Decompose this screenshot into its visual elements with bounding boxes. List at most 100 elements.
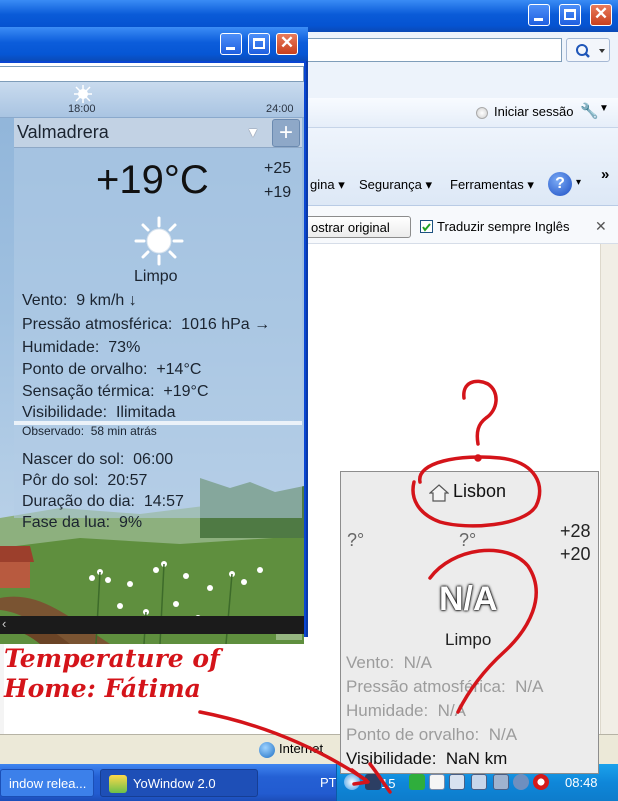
more-chevron-icon[interactable]: » (601, 166, 609, 183)
language-indicator[interactable]: PT (320, 775, 337, 790)
visibility-value: Ilimitada (115, 404, 176, 421)
taskbar-button-release[interactable]: indow relea... (0, 769, 94, 797)
restore-icon (564, 9, 576, 20)
lisbon-wind-value: N/A (403, 653, 433, 672)
page-menu-label: gina (310, 177, 335, 192)
yowindow-toolbar-field[interactable] (0, 66, 304, 82)
add-location-button[interactable]: + (272, 119, 300, 147)
current-temperature: +19°C (96, 158, 209, 202)
show-original-label: ostrar original (311, 220, 390, 235)
volume-tray-icon[interactable] (513, 774, 529, 790)
safety-menu[interactable]: Segurança ▾ (359, 177, 432, 193)
humidity-value: 73% (108, 339, 141, 356)
tools-menu-label: Ferramentas (450, 177, 524, 192)
pressure-value: 1016 hPa → (181, 316, 271, 333)
lisbon-left-reading: ?° (347, 530, 365, 550)
lisbon-humidity-label: Humidade: (346, 701, 429, 720)
browser-maximize-button[interactable] (559, 4, 581, 26)
sunset-value: 20:57 (107, 472, 148, 489)
wireless-tray-icon[interactable] (493, 774, 509, 790)
yowindow-bottom-strip: ‹ (0, 616, 304, 634)
taskbar-clock[interactable]: 08:48 (565, 775, 598, 790)
lisbon-visibility-value: NaN km (445, 749, 508, 768)
lisbon-humidity-value: N/A (437, 701, 467, 720)
mushroom-tray-icon[interactable] (533, 774, 549, 790)
lisbon-visibility-row: Visibilidade: NaN km (346, 749, 507, 769)
page-menu[interactable]: gina ▾ (310, 177, 345, 193)
pressure-row: Pressão atmosférica: 1016 hPa → (22, 316, 270, 334)
yowindow-title-bar[interactable]: ✕ (0, 27, 308, 61)
minimize-icon (534, 18, 543, 21)
yowindow-window: ✕ 18:00 24:00 Valmadrera ▼ + +19°C +25 +… (0, 27, 308, 644)
location-name: Valmadrera (17, 122, 109, 142)
taskbar-button-yowindow[interactable]: YoWindow 2.0 (100, 769, 258, 797)
help-dropdown-icon[interactable]: ▾ (576, 177, 581, 188)
lisbon-weather-widget[interactable]: Lisbon ?° ?° +28 +20 N/A Limpo Vento: N/… (340, 471, 599, 774)
connection-tray-icon[interactable] (471, 774, 487, 790)
lisbon-humidity-row: Humidade: N/A (346, 701, 466, 721)
farmhouse (0, 546, 34, 588)
sunrise-value: 06:00 (133, 451, 174, 468)
mail-tray-icon[interactable] (429, 774, 445, 790)
lisbon-wind-label: Vento: (346, 653, 395, 672)
browser-close-button[interactable]: ✕ (590, 4, 612, 26)
collapse-icon[interactable]: ‹ (2, 616, 6, 631)
dew-point-value: +14°C (156, 361, 202, 378)
translate-always-label: Traduzir sempre Inglês (437, 219, 570, 234)
lisbon-dew-point-row: Ponto de orvalho: N/A (346, 725, 517, 745)
weather-condition: Limpo (134, 268, 178, 285)
dew-point-label: Ponto de orvalho: (22, 361, 148, 378)
tools-menu[interactable]: Ferramentas ▾ (450, 177, 534, 193)
yowindow-maximize-button[interactable] (248, 33, 270, 55)
weather-panel: Valmadrera ▼ + +19°C +25 +19 Limpo Vento… (14, 118, 302, 531)
browser-scrollbar[interactable] (600, 244, 618, 734)
lisbon-temperature-low: +20 (560, 544, 591, 564)
lisbon-current-temperature: N/A (439, 580, 498, 618)
day-length-row: Duração do dia: 14:57 (22, 493, 184, 511)
chevron-down-icon[interactable]: ▼ (599, 103, 609, 114)
day-length-value: 14:57 (143, 493, 184, 510)
monitor-tray-icon[interactable] (449, 774, 465, 790)
lisbon-center-reading: ?° (459, 530, 477, 550)
checkmark-icon (422, 223, 431, 232)
humidity-label: Humidade: (22, 339, 100, 356)
moon-phase-value: 9% (118, 514, 143, 531)
browser-search-button[interactable] (566, 38, 610, 62)
minimize-icon (226, 47, 235, 50)
yowindow-app-icon (109, 775, 127, 793)
signin-link[interactable]: Iniciar sessão (494, 104, 573, 119)
temperature-low: +19 (264, 184, 292, 201)
tray-temperature-badge[interactable]: 15 (381, 776, 395, 791)
yowindow-tray-icon[interactable] (365, 774, 381, 790)
help-icon[interactable]: ? (548, 172, 572, 196)
show-original-button[interactable]: ostrar original (300, 216, 411, 238)
close-translate-icon[interactable]: ✕ (595, 218, 607, 235)
browser-minimize-button[interactable] (528, 4, 550, 26)
wind-value: 9 km/h ↓ (76, 292, 137, 309)
observed-row: Observado: 58 min atrás (22, 424, 157, 438)
yowindow-minimize-button[interactable] (220, 33, 242, 55)
lisbon-wind-row: Vento: N/A (346, 653, 432, 673)
lisbon-dew-point-value: N/A (488, 725, 518, 744)
panel-divider (14, 421, 302, 425)
network-tray-icon[interactable] (344, 774, 360, 790)
temperature-high: +25 (264, 160, 292, 177)
humidity-row: Humidade: 73% (22, 339, 140, 357)
forecast-timeline[interactable]: 18:00 24:00 (0, 82, 304, 118)
translate-always-checkbox[interactable] (420, 220, 433, 233)
yowindow-close-button[interactable]: ✕ (276, 33, 298, 55)
browser-search-input[interactable] (300, 38, 562, 62)
close-icon: ✕ (593, 4, 609, 23)
feels-like-value: +19°C (163, 383, 209, 400)
location-selector[interactable]: Valmadrera ▼ + (14, 118, 302, 148)
taskbar-button-release-label: indow relea... (9, 776, 87, 791)
security-zone-label: Internet (279, 741, 324, 756)
location-dropdown-icon[interactable]: ▼ (246, 124, 260, 140)
wind-row: Vento: 9 km/h ↓ (22, 292, 137, 310)
lisbon-temperature-high: +28 (560, 521, 591, 541)
pressure-label: Pressão atmosférica: (22, 316, 173, 333)
globe-icon (259, 742, 275, 758)
yowindow-content: 18:00 24:00 Valmadrera ▼ + +19°C +25 +19… (0, 82, 304, 644)
security-tray-icon[interactable] (409, 774, 425, 790)
wrench-icon[interactable]: 🔧 (580, 102, 599, 120)
